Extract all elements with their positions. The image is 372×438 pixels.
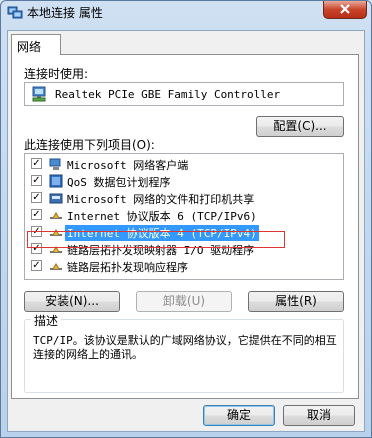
network-client-icon — [49, 157, 63, 171]
tab-network[interactable]: 网络 — [11, 34, 61, 55]
properties-button[interactable]: 属性(R) — [248, 291, 344, 312]
checkbox[interactable]: ✓ — [31, 209, 42, 220]
cancel-button[interactable]: 取消 — [283, 405, 355, 426]
network-adapter-icon — [31, 86, 47, 105]
checkbox[interactable]: ✓ — [31, 175, 42, 186]
window-title: 本地连接 属性 — [27, 6, 103, 20]
item-label: Internet 协议版本 6 (TCP/IPv6) — [67, 210, 257, 223]
checkbox[interactable]: ✓ — [31, 192, 42, 203]
network-connection-icon — [7, 4, 23, 20]
qos-icon — [49, 174, 63, 188]
protocol-icon — [49, 208, 63, 222]
tab-network-label: 网络 — [17, 40, 42, 54]
checkbox[interactable]: ✓ — [31, 158, 42, 169]
checkbox[interactable]: ✓ — [31, 260, 42, 271]
close-icon — [339, 3, 351, 17]
connect-using-label: 连接时使用: — [24, 67, 89, 81]
adapter-display: Realtek PCIe GBE Family Controller — [24, 82, 344, 106]
install-button[interactable]: 安装(N)... — [24, 291, 120, 312]
protocol-icon — [49, 259, 63, 273]
adapter-name: Realtek PCIe GBE Family Controller — [55, 88, 281, 101]
list-item-qos[interactable]: ✓ QoS 数据包计划程序 — [25, 173, 343, 190]
list-item-ipv6[interactable]: ✓ Internet 协议版本 6 (TCP/IPv6) — [25, 207, 343, 224]
ok-button[interactable]: 确定 — [203, 405, 275, 426]
description-title: 描述 — [31, 312, 62, 329]
checkbox[interactable]: ✓ — [31, 243, 42, 254]
properties-window: 本地连接 属性 网络 连接时使用: Realtek PCIe GBE Famil… — [0, 0, 372, 438]
list-item-file-share[interactable]: ✓ Microsoft 网络的文件和打印机共享 — [25, 190, 343, 207]
item-label: Internet 协议版本 4 (TCP/IPv4) — [65, 225, 259, 241]
item-label: Microsoft 网络客户端 — [67, 159, 189, 172]
uninstall-button[interactable]: 卸载(U) — [136, 291, 232, 312]
item-label: 链路层拓扑发现映射器 I/O 驱动程序 — [67, 244, 255, 257]
configure-button[interactable]: 配置(C)... — [256, 116, 344, 137]
network-tab-panel: 连接时使用: Realtek PCIe GBE Family Controlle… — [11, 54, 359, 399]
protocol-icon — [49, 225, 63, 239]
item-label: 链路层拓扑发现响应程序 — [67, 261, 188, 274]
items-label: 此连接使用下列项目(O): — [24, 138, 155, 152]
protocol-icon — [49, 242, 63, 256]
description-group: 描述 TCP/IP。该协议是默认的广域网络协议，它提供在不同的相互连接的网络上的… — [24, 312, 344, 393]
list-item-ms-client[interactable]: ✓ Microsoft 网络客户端 — [25, 156, 343, 173]
description-text: TCP/IP。该协议是默认的广域网络协议，它提供在不同的相互连接的网络上的通讯。 — [33, 334, 337, 361]
title-bar[interactable]: 本地连接 属性 — [1, 1, 371, 23]
items-list[interactable]: ✓ Microsoft 网络客户端 ✓ QoS 数据包计划程序 ✓ Micros… — [24, 153, 344, 280]
item-label: Microsoft 网络的文件和打印机共享 — [67, 193, 255, 206]
checkbox[interactable]: ✓ — [31, 226, 42, 237]
close-button[interactable] — [323, 1, 367, 19]
item-label: QoS 数据包计划程序 — [67, 176, 171, 189]
list-item-lltd-mapper[interactable]: ✓ 链路层拓扑发现映射器 I/O 驱动程序 — [25, 241, 343, 258]
list-item-ipv4[interactable]: ✓ Internet 协议版本 4 (TCP/IPv4) — [25, 224, 343, 241]
file-share-icon — [49, 191, 63, 205]
list-item-lltd-responder[interactable]: ✓ 链路层拓扑发现响应程序 — [25, 258, 343, 275]
